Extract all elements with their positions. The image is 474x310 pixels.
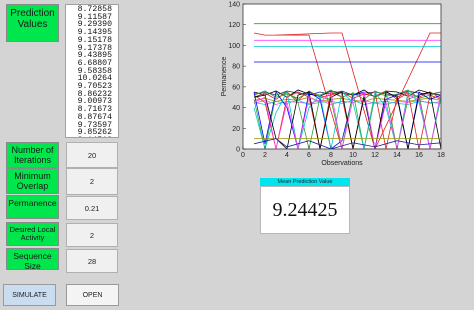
x-tick-label: 8 [329, 152, 333, 159]
y-axis-label: Permanence [221, 57, 228, 97]
y-tick-label: 60 [232, 84, 240, 91]
plot-area [243, 4, 441, 149]
y-tick-label: 120 [228, 22, 240, 29]
y-tick-label: 80 [232, 64, 240, 71]
y-tick-label: 100 [228, 43, 240, 50]
mean-prediction-title: Mean Prediction Value [260, 178, 350, 186]
x-tick-label: 6 [307, 152, 311, 159]
x-tick-label: 16 [415, 152, 423, 159]
x-tick-label: 14 [393, 152, 401, 159]
x-tick-label: 10 [349, 152, 357, 159]
y-tick-label: 20 [232, 126, 240, 133]
permanence-chart: 0 2 4 6 8 10 12 14 16 18 0 20 40 60 80 100 120 140 Observa… [221, 2, 445, 168]
x-tick-label: 0 [241, 152, 245, 159]
y-tick-label: 40 [232, 105, 240, 112]
x-tick-label: 18 [437, 152, 445, 159]
x-tick-label: 4 [285, 152, 289, 159]
x-axis-label: Observations [321, 160, 363, 167]
x-tick-label: 2 [263, 152, 267, 159]
x-tick-label: 12 [371, 152, 379, 159]
y-tick-label: 140 [228, 2, 240, 9]
mean-prediction-value: 9.24425 [260, 186, 350, 234]
y-tick-label: 0 [236, 147, 240, 154]
